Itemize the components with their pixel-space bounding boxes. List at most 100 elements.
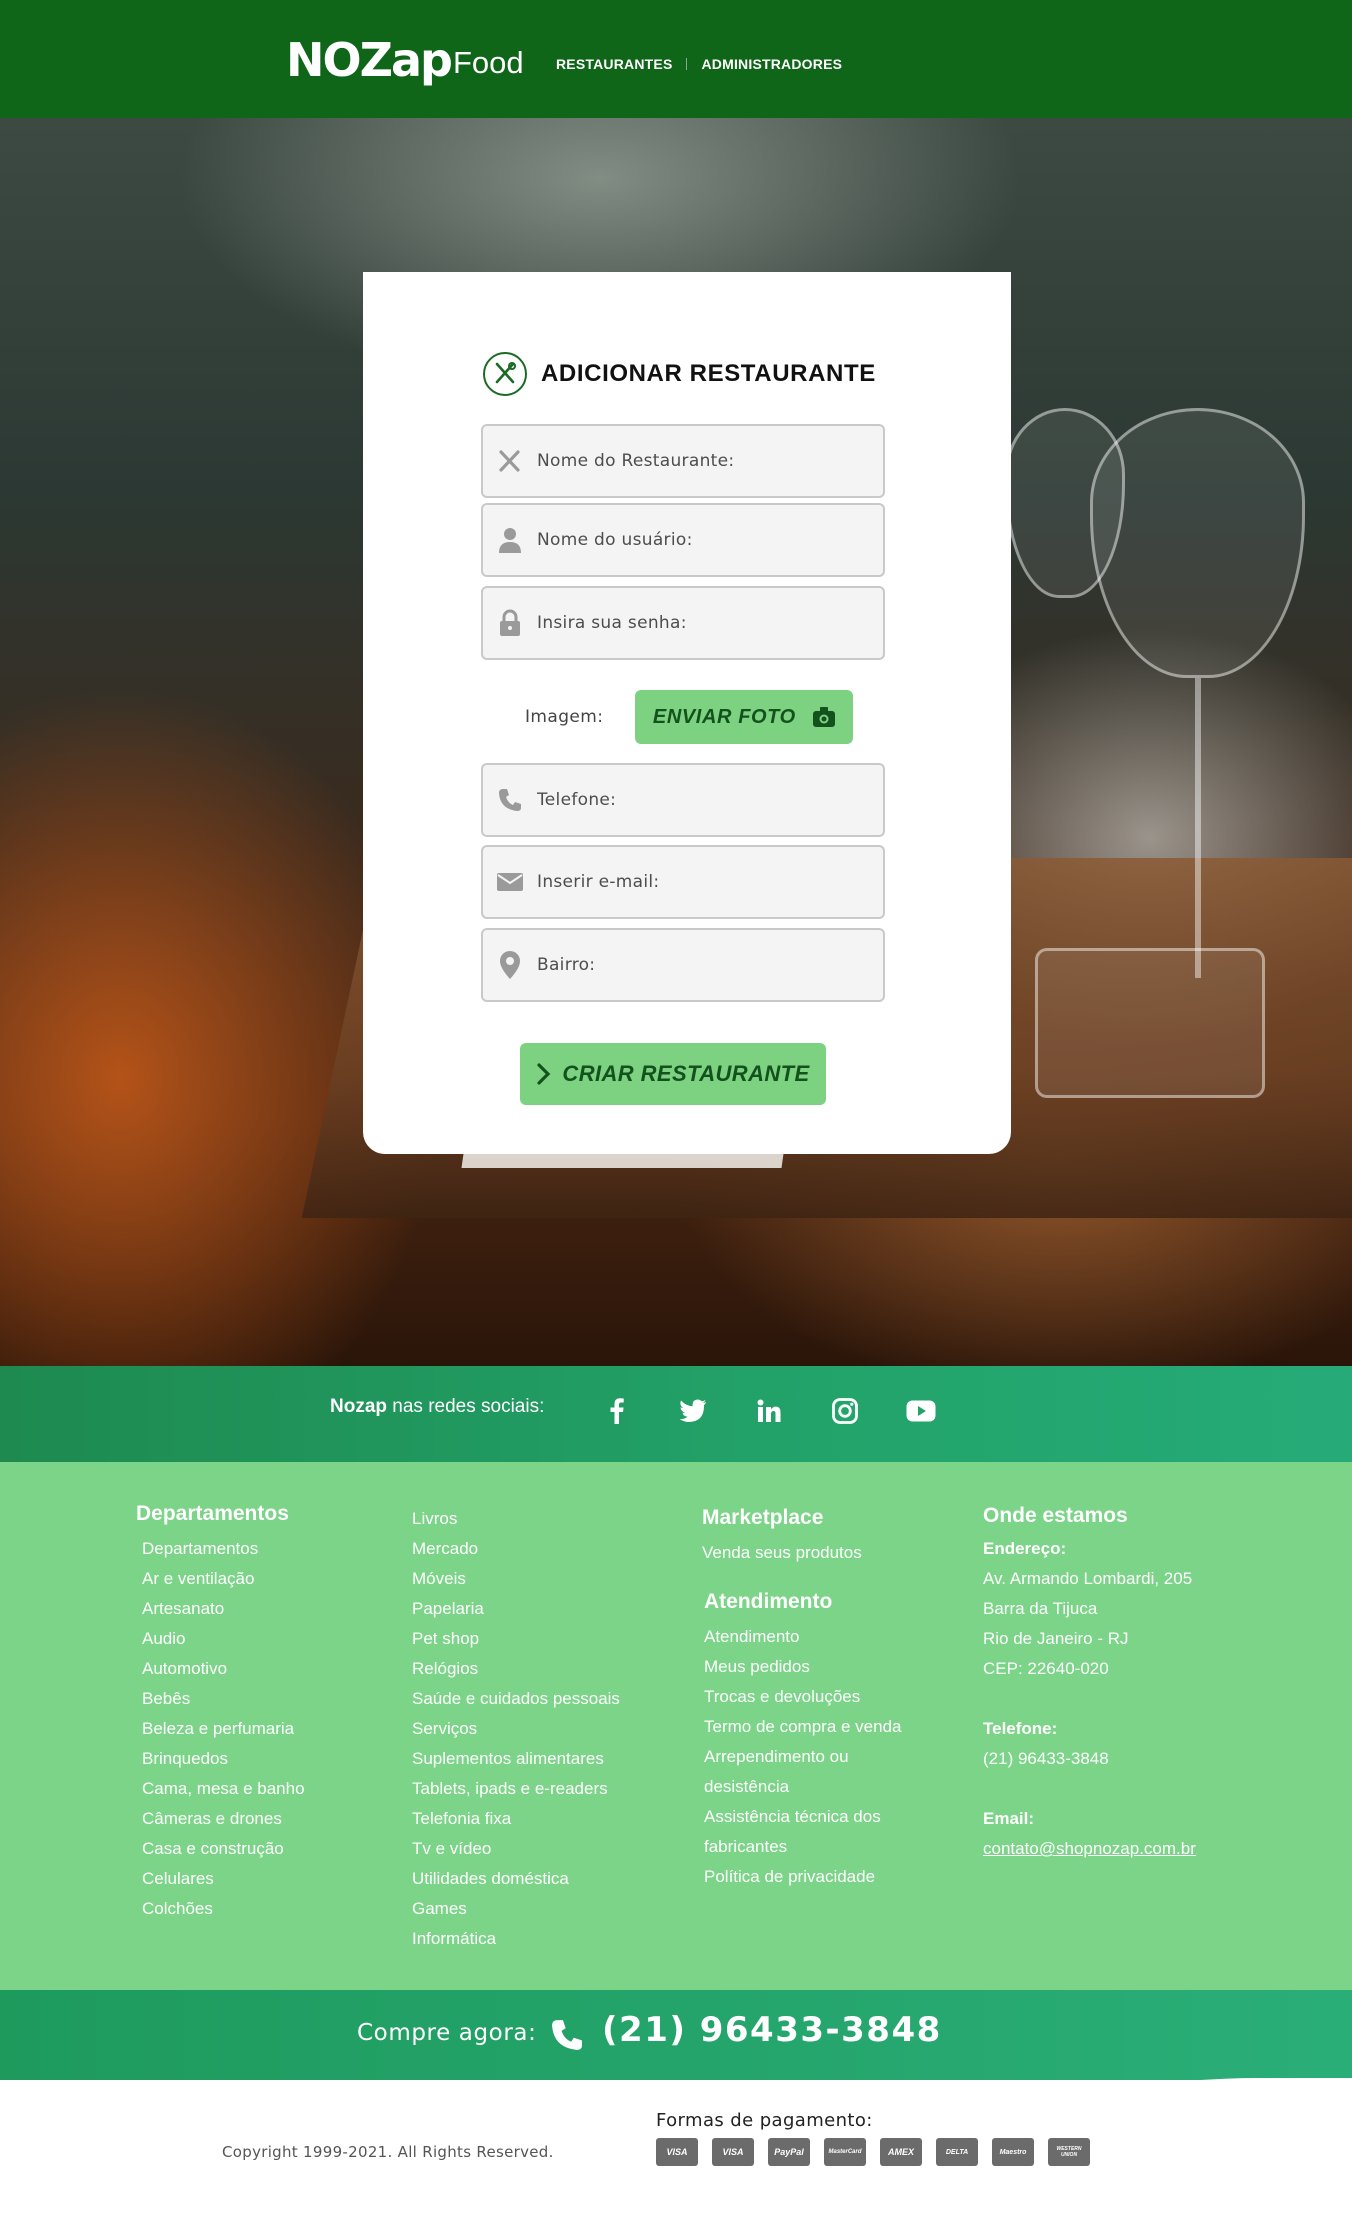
upload-photo-button[interactable]: ENVIAR FOTO [635,690,854,744]
marketplace-link[interactable]: Venda seus produtos [702,1538,902,1568]
dept-link[interactable]: Papelaria [412,1594,620,1624]
social-bar: Nozap nas redes sociais: [0,1366,1352,1462]
phone-icon [548,2016,586,2059]
cutlery-icon [483,352,527,396]
cutlery-small-icon [483,447,537,475]
create-restaurant-button[interactable]: CRIAR RESTAURANTE [520,1043,826,1105]
envelope-icon [483,871,537,893]
email-field[interactable] [481,845,885,919]
address-line: Barra da Tijuca [983,1599,1098,1618]
dept-link[interactable]: Móveis [412,1564,620,1594]
password-input[interactable] [537,613,867,633]
atendimento-link[interactable]: desistência [704,1772,902,1802]
nav-restaurantes[interactable]: RESTAURANTES [556,56,672,72]
phone-label: Telefone: [983,1719,1058,1738]
phone-value: (21) 96433-3848 [983,1749,1109,1768]
dept-link[interactable]: Casa e construção [142,1834,305,1864]
atendimento-link[interactable]: fabricantes [704,1832,902,1862]
address-block: Endereço: Av. Armando Lombardi, 205 Barr… [983,1534,1196,1684]
dept-link[interactable]: Informática [412,1924,620,1954]
twitter-icon[interactable] [676,1394,710,1428]
dept-link[interactable]: Utilidades doméstica [412,1864,620,1894]
mastercard-icon: MasterCard [824,2138,866,2166]
dept-link[interactable]: Suplementos alimentares [412,1744,620,1774]
address-line: Av. Armando Lombardi, 205 [983,1569,1193,1588]
maestro-icon: Maestro [992,2138,1034,2166]
linkedin-icon[interactable] [752,1394,786,1428]
atendimento-list: Atendimento Meus pedidos Trocas e devolu… [704,1622,902,1892]
phone-field[interactable] [481,763,885,837]
image-upload-row: Imagem: ENVIAR FOTO [525,690,854,744]
dept-link[interactable]: Bebês [142,1684,305,1714]
username-input[interactable] [537,530,867,550]
atendimento-link[interactable]: Arrependimento ou [704,1742,902,1772]
nav-administradores[interactable]: ADMINISTRADORES [701,56,842,72]
dept-link[interactable]: Ar e ventilação [142,1564,305,1594]
username-field[interactable] [481,503,885,577]
glass-stem-shape [1195,678,1201,978]
dept-link[interactable]: Cama, mesa e banho [142,1774,305,1804]
social-text: Nozap nas redes sociais: [330,1396,544,1418]
dept-link[interactable]: Beleza e perfumaria [142,1714,305,1744]
dept-link[interactable]: Telefonia fixa [412,1804,620,1834]
email-block: Email: contato@shopnozap.com.br [983,1804,1196,1864]
atendimento-link[interactable]: Atendimento [704,1622,902,1652]
amex-icon: AMEX [880,2138,922,2166]
restaurant-name-input[interactable] [537,451,867,471]
neighborhood-field[interactable] [481,928,885,1002]
password-field[interactable] [481,586,885,660]
nozap-food-logo[interactable]: NOZap Food [286,30,524,90]
atendimento-link[interactable]: Assistência técnica dos [704,1802,902,1832]
atendimento-link[interactable]: Termo de compra e venda [704,1712,902,1742]
email-link[interactable]: contato@shopnozap.com.br [983,1834,1196,1864]
dept-link[interactable]: Departamentos [142,1534,305,1564]
address-label: Endereço: [983,1539,1067,1558]
departamentos-heading: Departamentos [136,1502,289,1525]
restaurant-name-field[interactable] [481,424,885,498]
neighborhood-input[interactable] [537,955,867,975]
departamentos-list: Departamentos Ar e ventilação Artesanato… [142,1534,305,1924]
call-now-bar: Compre agora: (21) 96433-3848 [0,1990,1352,2080]
dept-link[interactable]: Serviços [412,1714,620,1744]
dept-link[interactable]: Livros [412,1504,620,1534]
image-label: Imagem: [525,707,604,727]
chevron-right-icon [537,1063,551,1085]
departamentos-column: Departamentos Departamentos Ar e ventila… [136,1502,305,1924]
email-input[interactable] [537,872,867,892]
visa-icon: VISA [712,2138,754,2166]
marketplace-column: Marketplace Venda seus produtos Atendime… [702,1506,902,1892]
visa-icon: VISA [656,2138,698,2166]
wine-glass-shape [1090,408,1305,678]
dept-link[interactable]: Tablets, ipads e e-readers [412,1774,620,1804]
atendimento-link[interactable]: Meus pedidos [704,1652,902,1682]
social-icons [600,1394,938,1428]
facebook-icon[interactable] [600,1394,634,1428]
dept-link[interactable]: Audio [142,1624,305,1654]
phone-block: Telefone: (21) 96433-3848 [983,1714,1196,1774]
dept-link[interactable]: Automotivo [142,1654,305,1684]
dept-link[interactable]: Games [412,1894,620,1924]
atendimento-link[interactable]: Política de privacidade [704,1862,902,1892]
dept-link[interactable]: Pet shop [412,1624,620,1654]
atendimento-link[interactable]: Trocas e devoluções [704,1682,902,1712]
call-now-number[interactable]: (21) 96433-3848 [602,2010,942,2050]
dept-link[interactable]: Brinquedos [142,1744,305,1774]
dept-link[interactable]: Saúde e cuidados pessoais [412,1684,620,1714]
top-header: NOZap Food RESTAURANTES ADMINISTRADORES [0,0,1352,118]
dept-link[interactable]: Celulares [142,1864,305,1894]
youtube-icon[interactable] [904,1394,938,1428]
phone-input[interactable] [537,790,867,810]
main-nav: RESTAURANTES ADMINISTRADORES [556,56,842,72]
dept-link[interactable]: Colchões [142,1894,305,1924]
upload-photo-label: ENVIAR FOTO [652,705,796,728]
instagram-icon[interactable] [828,1394,862,1428]
dept-link[interactable]: Câmeras e drones [142,1804,305,1834]
dept-link[interactable]: Relógios [412,1654,620,1684]
bottom-bar: Copyright 1999-2021. All Rights Reserved… [0,2080,1352,2233]
dept-link[interactable]: Artesanato [142,1594,305,1624]
dept-link[interactable]: Tv e vídeo [412,1834,620,1864]
create-restaurant-label: CRIAR RESTAURANTE [562,1061,810,1086]
email-label: Email: [983,1809,1035,1828]
dept-link[interactable]: Mercado [412,1534,620,1564]
site-footer: Departamentos Departamentos Ar e ventila… [0,1462,1352,1990]
